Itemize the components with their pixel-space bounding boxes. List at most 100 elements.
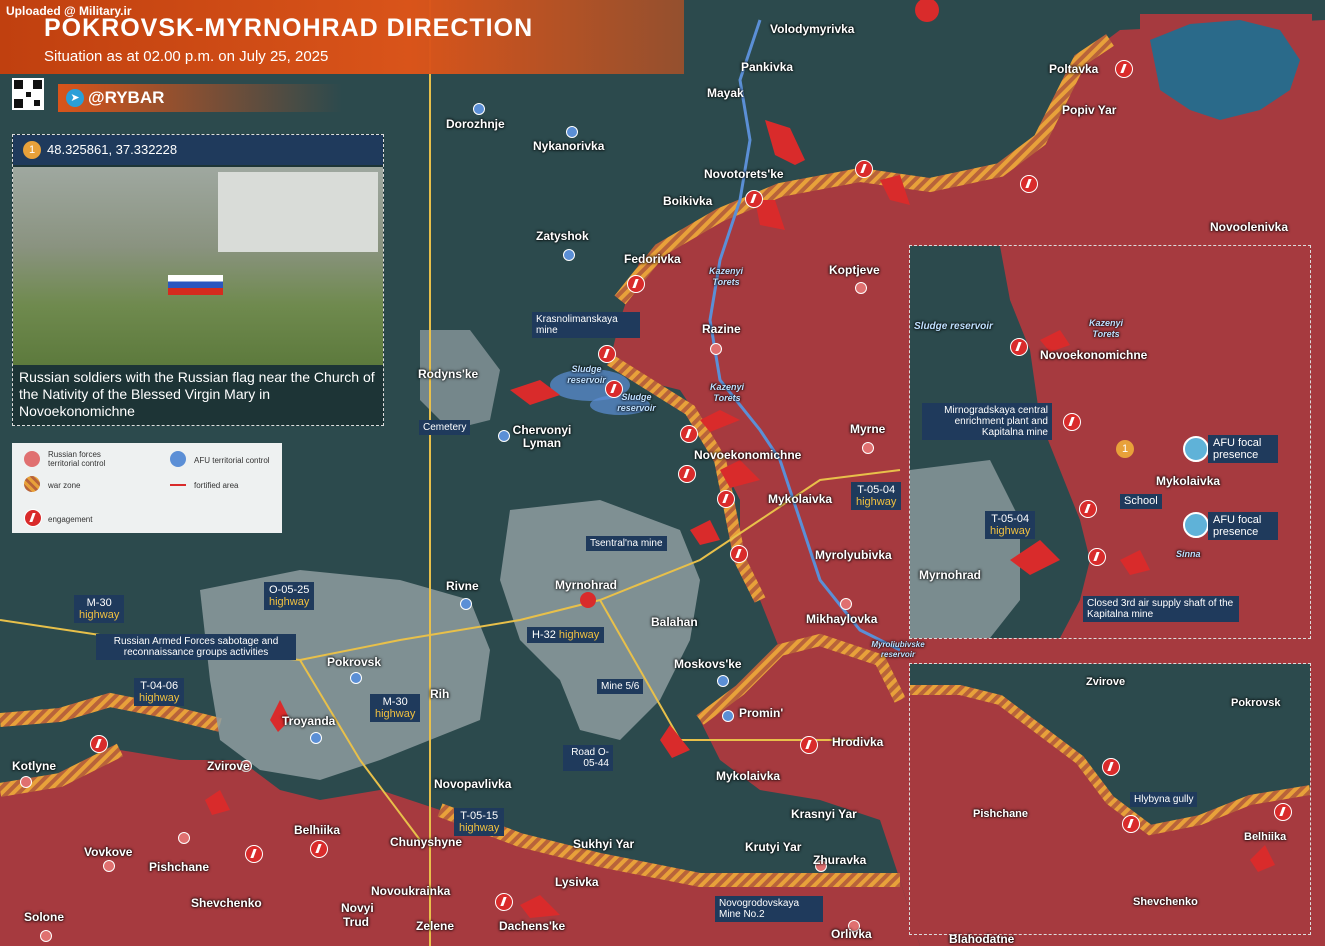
page-subtitle: Situation as at 02.00 p.m. on July 25, 2…	[44, 48, 329, 65]
town-marker	[563, 249, 575, 261]
label-fedorivka: Fedorivka	[624, 252, 681, 266]
engagement-icon	[678, 465, 696, 483]
label-novoekonomichne: Novoekonomichne	[694, 448, 802, 462]
label-novoukrainka: Novoukrainka	[371, 884, 451, 898]
label-novotoretske: Novotorets'ke	[704, 167, 784, 181]
town-marker	[473, 103, 485, 115]
legend-engagement-label: engagement	[48, 515, 93, 524]
label-pishchane: Pishchane	[149, 860, 210, 874]
label-sludge-reservoir-2: Sludge reservoir	[617, 392, 656, 413]
road-o-05-25: O-05-25 highway	[264, 582, 315, 610]
label-novyi-trud: Novyi Trud	[341, 901, 374, 929]
inset1-school-label: School	[1120, 494, 1162, 509]
label-dachenske: Dachens'ke	[499, 919, 566, 933]
label-boikivka: Boikivka	[663, 194, 713, 208]
engagement-icon	[598, 345, 616, 363]
engagement-icon	[717, 490, 735, 508]
label-volodymyrivka: Volodymyrivka	[770, 22, 855, 36]
label-kazenyi-torets-2: Kazenyi Torets	[709, 382, 744, 403]
label-shevchenko: Shevchenko	[191, 896, 262, 910]
callout-novogrodovskaya: Novogrodovskaya Mine No.2	[715, 896, 823, 922]
label-myrolyubivka: Myrolyubivka	[815, 548, 892, 562]
label-mykolaivka: Mykolaivka	[768, 492, 833, 506]
label-sludge-reservoir-1: Sludge reservoir	[567, 364, 606, 385]
photo-header: 1 48.325861, 37.332228	[13, 135, 383, 165]
inset1-myrnohrad-label: Myrnohrad	[919, 568, 982, 582]
label-krutyi-yar: Krutyi Yar	[745, 840, 802, 854]
callout-tsentralna: Tsentral'na mine	[586, 536, 667, 551]
label-chunyshyne: Chunyshyne	[390, 835, 463, 849]
photo-panel: 1 48.325861, 37.332228 Russian soldiers …	[12, 134, 384, 426]
engagement-icon	[680, 425, 698, 443]
town-marker	[103, 860, 115, 872]
town-marker	[710, 343, 722, 355]
label-vovkove: Vovkove	[84, 845, 133, 859]
inset1-shaft-callout: Closed 3rd air supply shaft of the Kapit…	[1083, 596, 1239, 622]
label-kazenyi-torets-1: Kazenyi Torets	[708, 266, 743, 287]
label-myrnohrad: Myrnohrad	[555, 578, 618, 592]
brand-handle: @RYBAR	[88, 88, 165, 107]
town-marker	[722, 710, 734, 722]
label-belhiika: Belhiika	[294, 823, 341, 837]
label-orlivka: Orlivka	[831, 927, 872, 941]
photo-coordinates: 48.325861, 37.332228	[47, 142, 178, 157]
callout-cemetery: Cemetery	[419, 420, 471, 435]
town-marker	[862, 442, 874, 454]
engagement-icon	[1115, 60, 1133, 78]
label-zatyshok: Zatyshok	[536, 229, 589, 243]
qr-code-icon	[12, 78, 44, 110]
label-mayak: Mayak	[707, 86, 744, 100]
inset2-hlybyna-callout: Hlybyna gully	[1130, 792, 1198, 807]
photo-image	[13, 167, 383, 365]
inset2-belhiika-label: Belhiika	[1244, 831, 1287, 843]
inset2-pokrovsk-label: Pokrovsk	[1231, 697, 1281, 709]
legend-engagement-icon	[24, 509, 42, 527]
page-title: POKROVSK-MYRNOHRAD DIRECTION	[44, 14, 534, 42]
engagement-icon	[730, 545, 748, 563]
label-koptjeve: Koptjeve	[829, 263, 880, 277]
label-myrne: Myrne	[850, 422, 886, 436]
town-marker	[350, 672, 362, 684]
town-marker	[310, 732, 322, 744]
label-popiv-yar: Popiv Yar	[1062, 103, 1117, 117]
label-zvirove: Zvirove	[207, 759, 250, 773]
town-marker	[717, 675, 729, 687]
engagement-icon	[310, 840, 328, 858]
town-marker	[460, 598, 472, 610]
label-troyanda: Troyanda	[282, 714, 336, 728]
legend-afu-label: AFU territorial control	[194, 456, 270, 465]
engagement-icon	[627, 275, 645, 293]
label-rodynske: Rodyns'ke	[418, 367, 479, 381]
label-balahan: Balahan	[651, 615, 698, 629]
engagement-icon	[800, 736, 818, 754]
town-marker	[40, 930, 52, 942]
label-pokrovsk: Pokrovsk	[327, 655, 382, 669]
label-solone: Solone	[24, 910, 65, 924]
label-mikhaylovka: Mikhaylovka	[806, 612, 878, 626]
afu-presence-icon	[1183, 512, 1209, 538]
label-dorozhnje: Dorozhnje	[446, 117, 505, 131]
label-myroliubivske-reservoir: Myroliubivske reservoir	[871, 640, 925, 659]
inset1-road-label: T-05-04 highway	[985, 511, 1036, 539]
town-marker	[178, 832, 190, 844]
inset1-mykolaivka-label: Mykolaivka	[1156, 474, 1221, 488]
label-hrodivka: Hrodivka	[832, 735, 884, 749]
inset1-kazenyi-label: Kazenyi Torets	[1088, 318, 1123, 339]
label-rivne: Rivne	[446, 579, 479, 593]
engagement-icon	[245, 845, 263, 863]
inset1-river-label: Sinna	[1176, 549, 1201, 559]
label-sukhyi-yar: Sukhyi Yar	[573, 837, 635, 851]
photo-badge: 1	[23, 141, 41, 159]
engagement-icon	[745, 190, 763, 208]
town-marker	[20, 776, 32, 788]
label-poltavka: Poltavka	[1049, 62, 1099, 76]
callout-mine-5-6: Mine 5/6	[597, 679, 644, 694]
label-pankivka: Pankivka	[741, 60, 794, 74]
inset1-badge: 1	[1116, 440, 1134, 458]
callout-road-o-05-44: Road O-05-44	[563, 745, 613, 771]
town-marker	[840, 598, 852, 610]
callout-sabotage: Russian Armed Forces sabotage and reconn…	[96, 634, 296, 660]
afu-presence-icon	[1183, 436, 1209, 462]
label-promin: Promin'	[739, 706, 784, 720]
road-t-04-06: T-04-06 highway	[134, 678, 185, 706]
